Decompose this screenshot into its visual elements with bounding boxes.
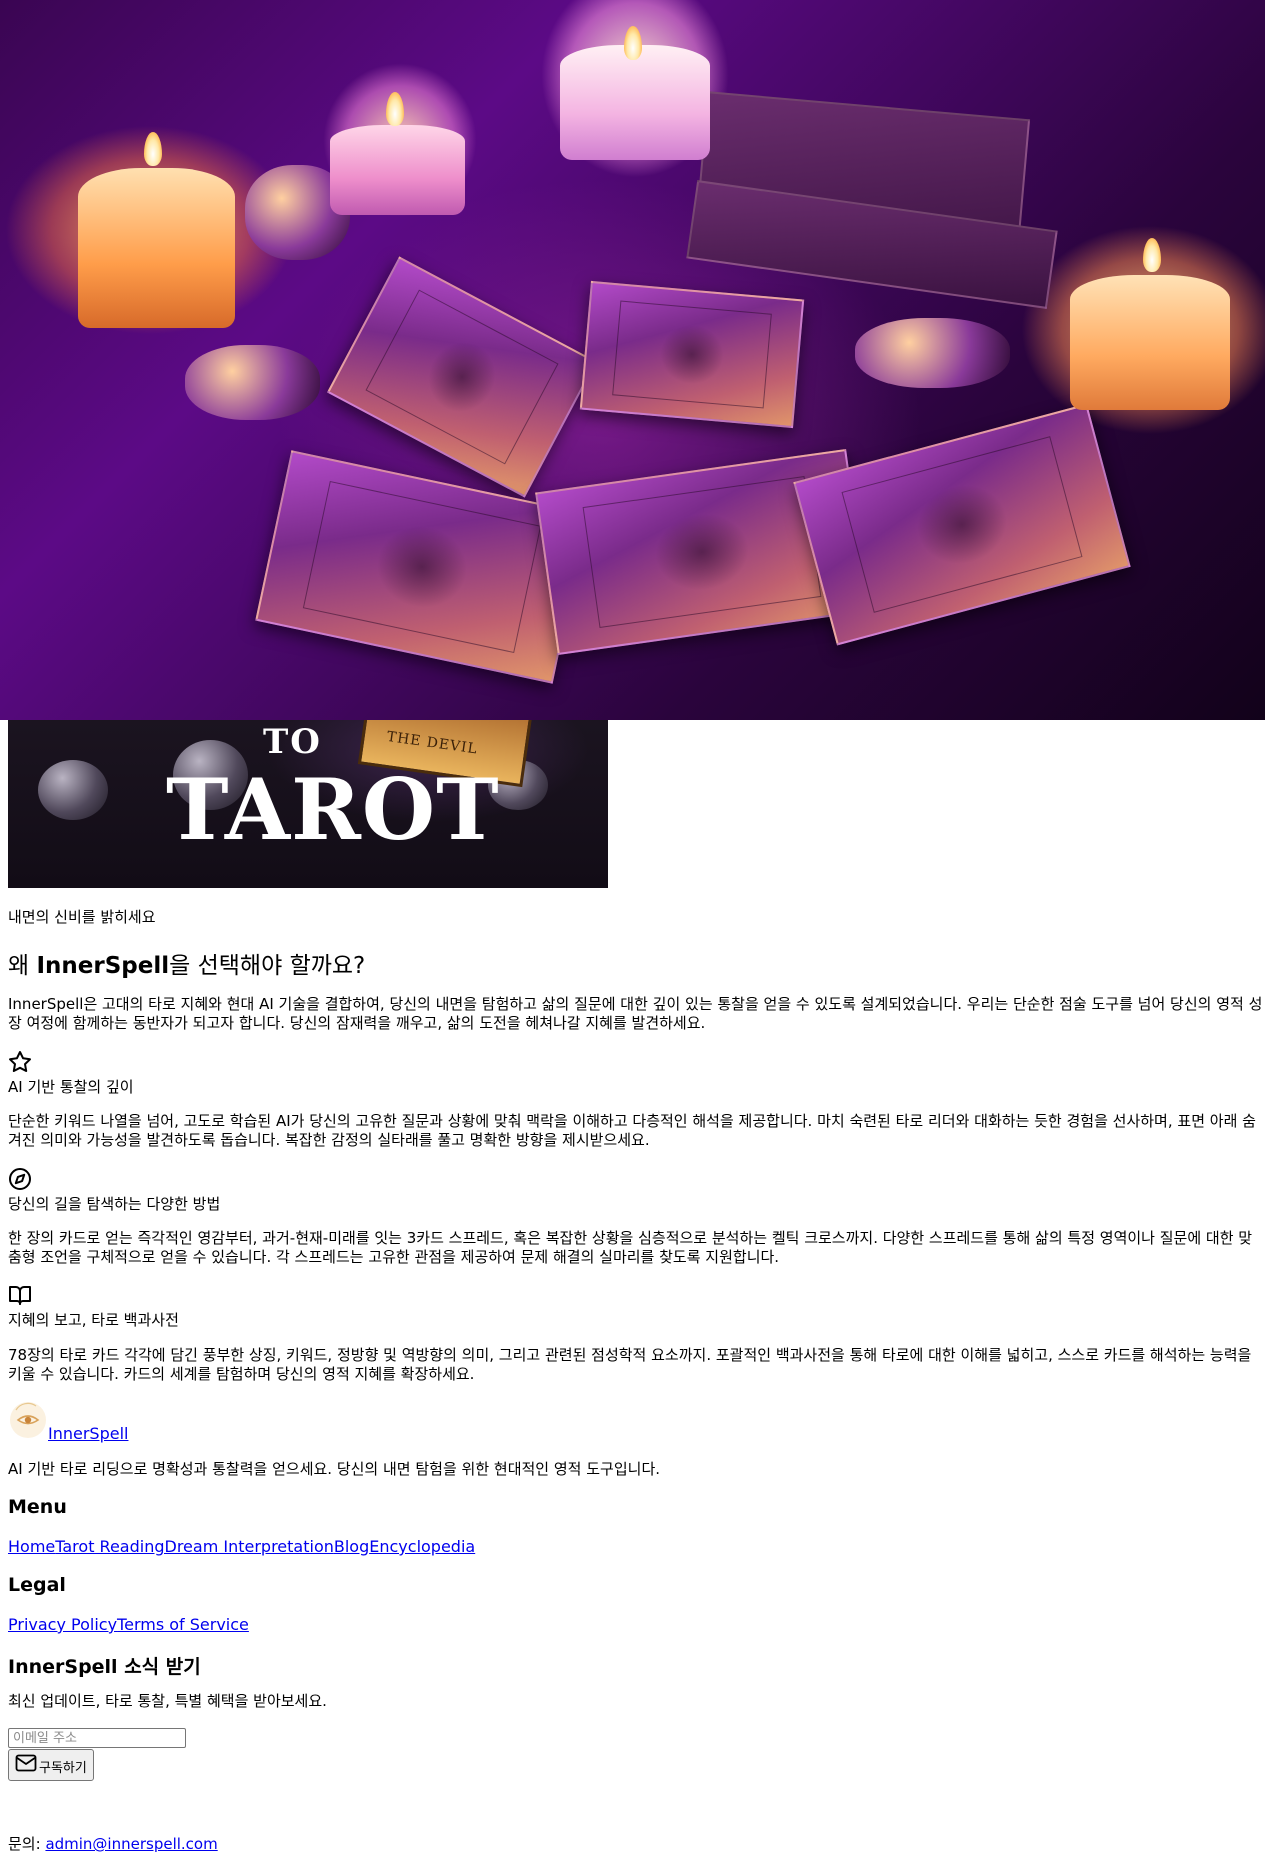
feature-title: 당신의 길을 탐색하는 다양한 방법 — [8, 1195, 221, 1213]
menu-link-encyclopedia[interactable]: Encyclopedia — [369, 1537, 475, 1556]
feature-desc: 한 장의 카드로 얻는 즉각적인 영감부터, 과거-현재-미래를 잇는 3카드 … — [8, 1229, 1253, 1266]
why-title-brand: InnerSpell — [36, 953, 170, 979]
menu-heading: Menu — [8, 1496, 67, 1518]
star-icon — [8, 1050, 32, 1074]
banner-to-text: TO — [263, 722, 322, 762]
feature-title: AI 기반 통찰의 깊이 — [8, 1078, 134, 1096]
legal-heading: Legal — [8, 1574, 66, 1596]
footer-menu: HomeTarot ReadingDream InterpretationBlo… — [8, 1537, 475, 1556]
feature-title: 지혜의 보고, 타로 백과사전 — [8, 1311, 179, 1329]
mail-icon — [15, 1754, 37, 1776]
why-title: 왜 InnerSpell을 선택해야 할까요? — [8, 946, 365, 980]
footer-logo-icon — [8, 1400, 48, 1444]
footer-legal: Privacy PolicyTerms of Service — [8, 1615, 249, 1634]
why-title-suffix: 을 선택해야 할까요? — [169, 953, 366, 979]
hero-image — [0, 0, 1265, 720]
menu-link-tarot-reading[interactable]: Tarot Reading — [55, 1537, 164, 1556]
contact-email-link[interactable]: admin@innerspell.com — [45, 1835, 217, 1853]
subscribe-button[interactable]: 구독하기 — [8, 1749, 94, 1781]
menu-link-dream-interpretation[interactable]: Dream Interpretation — [165, 1537, 334, 1556]
book-icon — [8, 1283, 32, 1307]
contact-line: 문의: admin@innerspell.com — [8, 1833, 218, 1854]
banner-card-label: THE DEVIL — [385, 728, 479, 758]
footer-description: AI 기반 타로 리딩으로 명확성과 통찰력을 얻으세요. 당신의 내면 탐험을… — [8, 1460, 661, 1478]
banner-title-text: TAROT — [166, 760, 500, 859]
feature-desc: 단순한 키워드 나열을 넘어, 고도로 학습된 AI가 당신의 고유한 질문과 … — [8, 1112, 1256, 1149]
privacy-policy-link[interactable]: Privacy Policy — [8, 1615, 117, 1634]
terms-of-service-link[interactable]: Terms of Service — [117, 1615, 249, 1634]
tagline: 내면의 신비를 밝히세요 — [8, 908, 156, 926]
banner-image: THE DEVIL TO TAROT — [8, 720, 608, 888]
compass-icon — [8, 1167, 32, 1191]
newsletter-description: 최신 업데이트, 타로 통찰, 특별 혜택을 받아보세요. — [8, 1692, 327, 1710]
email-input[interactable] — [8, 1728, 186, 1748]
menu-link-home[interactable]: Home — [8, 1537, 55, 1556]
contact-label: 문의: — [8, 1835, 46, 1853]
footer-brand-link[interactable]: InnerSpell — [48, 1424, 128, 1443]
subscribe-label: 구독하기 — [39, 1761, 87, 1776]
feature-desc: 78장의 타로 카드 각각에 담긴 풍부한 상징, 키워드, 정방향 및 역방향… — [8, 1346, 1252, 1383]
newsletter-heading: InnerSpell 소식 받기 — [8, 1656, 201, 1678]
why-title-prefix: 왜 — [8, 953, 37, 979]
menu-link-blog[interactable]: Blog — [334, 1537, 369, 1556]
why-intro: InnerSpell은 고대의 타로 지혜와 현대 AI 기술을 결합하여, 당… — [8, 995, 1263, 1032]
